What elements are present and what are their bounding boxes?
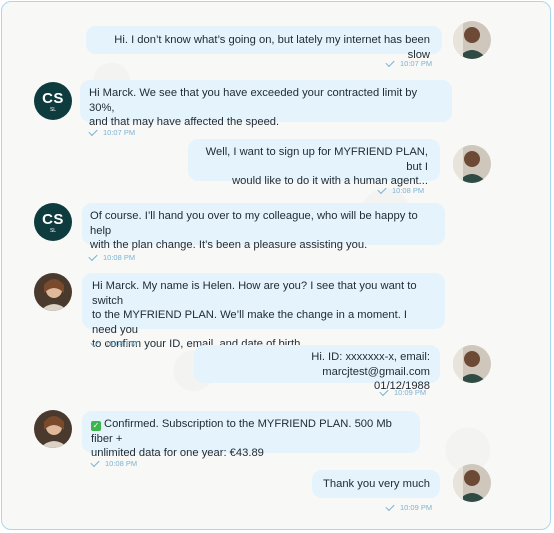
message-time: 10:07 PM [400, 59, 433, 68]
message-text: Hi Marck. My name is Helen. How are you?… [92, 280, 417, 307]
read-check-icon [88, 251, 98, 261]
read-check-icon [385, 57, 395, 67]
logo-sub: SL [49, 107, 57, 113]
message-bubble-bot: Of course. I’ll hand you over to my coll… [82, 203, 445, 251]
message-meta: 10:08 PM [377, 184, 425, 195]
message-text: Well, I want to sign up for MYFRIEND PLA… [205, 146, 428, 173]
message-bubble-user: Thank you very much [312, 470, 440, 498]
user-avatar [453, 345, 491, 383]
message-time: 10:08 PM [392, 186, 425, 195]
message-meta: 10:07 PM [385, 57, 433, 68]
message-meta: 10:08 PM [88, 251, 136, 262]
message-text: Hi Marck. We see that you have exceeded … [89, 87, 418, 114]
message-bubble-user: Hi. I don’t know what’s going on, but la… [86, 26, 442, 61]
message-text: to the MYFRIEND PLAN. We’ll make the cha… [92, 309, 408, 336]
message-bubble-user: Well, I want to sign up for MYFRIEND PLA… [188, 139, 440, 187]
logo-initials: CS [42, 211, 64, 228]
agent-logo: CS SL [34, 203, 72, 241]
message-text: and that may have affected the speed. [89, 116, 280, 128]
message-time: 10:08 PM [105, 339, 138, 348]
read-check-icon [90, 337, 100, 347]
read-check-icon [377, 184, 387, 194]
message-time: 10:08 PM [105, 459, 138, 468]
user-avatar [453, 145, 491, 183]
message-time: 10:09 PM [400, 503, 433, 512]
message-meta: 10:08 PM [90, 337, 138, 348]
message-bubble-bot: Hi Marck. We see that you have exceeded … [80, 80, 452, 128]
message-text: unlimited data for one year: €43.89 [91, 447, 264, 459]
message-time: 10:07 PM [103, 128, 136, 137]
message-meta: 10:09 PM [379, 386, 427, 397]
message-bubble-user: Hi. ID: xxxxxxx-x, email: marcjtest@gmai… [194, 345, 440, 392]
user-avatar [453, 21, 491, 59]
message-text: with the plan change. It’s been a pleasu… [90, 239, 368, 251]
message-meta: 10:07 PM [88, 126, 136, 137]
message-bubble-agent: ✓ Confirmed. Subscription to the MYFRIEND… [82, 411, 420, 459]
logo-sub: SL [49, 228, 57, 234]
user-avatar [453, 464, 491, 502]
read-check-icon [88, 126, 98, 136]
check-mark-icon: ✓ [91, 421, 101, 431]
read-check-icon [379, 386, 389, 396]
agent-logo: CS SL [34, 82, 72, 120]
message-text: Confirmed. Subscription to the MYFRIEND … [91, 418, 392, 445]
message-text: Of course. I’ll hand you over to my coll… [90, 210, 418, 237]
message-meta: 10:08 PM [90, 457, 138, 468]
read-check-icon [90, 457, 100, 467]
message-text: Thank you very much [323, 478, 430, 490]
message-bubble-agent: Hi Marck. My name is Helen. How are you?… [82, 273, 445, 350]
message-text: Hi. ID: xxxxxxx-x, email: marcjtest@gmai… [311, 351, 430, 378]
logo-initials: CS [42, 90, 64, 107]
message-time: 10:08 PM [103, 253, 136, 262]
message-meta: 10:09 PM [385, 501, 433, 512]
message-time: 10:09 PM [394, 388, 427, 397]
read-check-icon [385, 501, 395, 511]
agent-avatar [34, 410, 72, 448]
message-text: Hi. I don’t know what’s going on, but la… [114, 34, 430, 61]
chat-window: Hi. I don’t know what’s going on, but la… [1, 1, 551, 530]
agent-avatar [34, 273, 72, 311]
